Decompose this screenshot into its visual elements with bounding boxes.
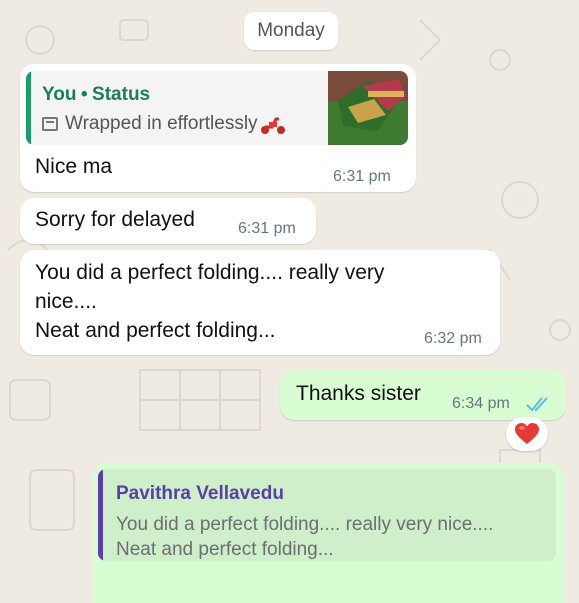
message-text-line-1: You did a perfect folding.... really ver…	[35, 261, 385, 284]
status-thumbnail[interactable]	[328, 71, 408, 145]
quote-text: Wrapped in effortlessly	[65, 113, 258, 134]
reply-text-line-1: You did a perfect folding.... really ver…	[116, 514, 494, 535]
quote-header: You • Status	[42, 84, 150, 106]
reply-quote-card[interactable]: Pavithra Vellavedu You did a perfect fol…	[98, 469, 556, 561]
reply-author: Pavithra Vellavedu	[116, 483, 284, 504]
reply-text-line-2: Neat and perfect folding...	[116, 539, 334, 560]
incoming-message-bubble[interactable]: You • Status Wrapped in effortlessly Nic…	[20, 64, 416, 192]
quote-separator: •	[80, 84, 88, 105]
date-separator-chip: Monday	[244, 12, 338, 50]
message-text: Sorry for delayed	[35, 208, 195, 231]
heart-emoji	[515, 423, 539, 444]
message-text-line-2: nice....	[35, 290, 97, 313]
message-time: 6:32 pm	[424, 330, 482, 347]
quote-accent-bar	[26, 71, 31, 145]
read-double-check-icon	[526, 397, 548, 412]
reply-draft-bubble[interactable]: Pavithra Vellavedu You did a perfect fol…	[93, 463, 563, 603]
message-text: Thanks sister	[296, 382, 421, 405]
incoming-message-bubble[interactable]: You did a perfect folding.... really ver…	[20, 250, 500, 355]
quote-author: You	[42, 84, 77, 105]
incoming-message-bubble[interactable]: Sorry for delayed 6:31 pm	[20, 198, 316, 244]
image-icon	[42, 117, 58, 131]
message-time: 6:31 pm	[238, 220, 296, 237]
scooter-emoji	[260, 117, 285, 134]
reaction-badge[interactable]	[506, 417, 548, 451]
quote-body: Wrapped in effortlessly	[42, 113, 286, 135]
outgoing-message-bubble[interactable]: Thanks sister 6:34 pm	[280, 370, 566, 420]
quoted-status-card[interactable]: You • Status Wrapped in effortlessly	[26, 71, 408, 145]
reply-accent-bar	[98, 469, 103, 561]
message-text-line-3: Neat and perfect folding...	[35, 319, 276, 342]
message-time: 6:34 pm	[452, 395, 510, 412]
message-text: Nice ma	[35, 155, 113, 178]
message-time: 6:31 pm	[333, 168, 391, 185]
quote-kind: Status	[92, 84, 151, 105]
